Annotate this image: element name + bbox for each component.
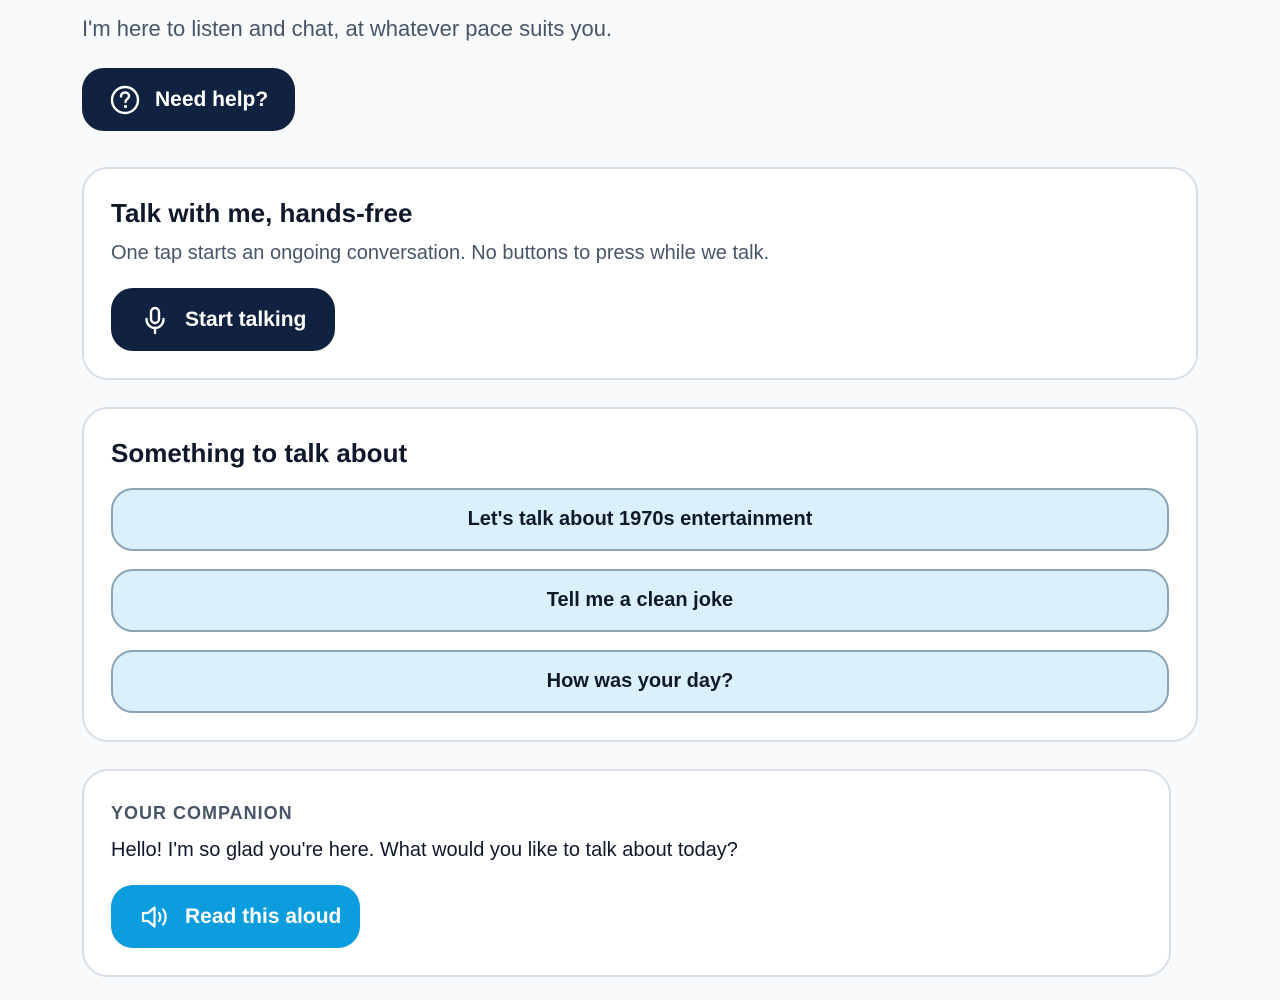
- topics-card: Something to talk about Let's talk about…: [82, 407, 1198, 742]
- start-talking-button[interactable]: Start talking: [111, 288, 335, 351]
- companion-message: Hello! I'm so glad you're here. What wou…: [111, 839, 738, 861]
- start-talking-label: Start talking: [185, 307, 307, 331]
- need-help-button[interactable]: Need help?: [82, 68, 295, 131]
- speaker-icon: [139, 901, 171, 933]
- companion-label: YOUR COMPANION: [111, 803, 293, 823]
- hands-free-description: One tap starts an ongoing conversation. …: [111, 242, 770, 264]
- topic-button-day[interactable]: How was your day?: [111, 650, 1169, 713]
- companion-card: YOUR COMPANION Hello! I'm so glad you're…: [82, 769, 1171, 977]
- hands-free-title: Talk with me, hands-free: [111, 198, 413, 228]
- need-help-label: Need help?: [155, 87, 269, 111]
- topics-title: Something to talk about: [111, 438, 408, 468]
- topic-button-1970s[interactable]: Let's talk about 1970s entertainment: [111, 488, 1169, 551]
- microphone-icon: [139, 304, 171, 336]
- read-aloud-label: Read this aloud: [185, 904, 342, 928]
- hands-free-card: Talk with me, hands-free One tap starts …: [82, 167, 1198, 380]
- intro-text: I'm here to listen and chat, at whatever…: [82, 16, 613, 41]
- question-circle-icon: [109, 84, 141, 116]
- topic-button-joke[interactable]: Tell me a clean joke: [111, 569, 1169, 632]
- companion-page: I'm here to listen and chat, at whatever…: [0, 0, 1280, 1000]
- read-aloud-button[interactable]: Read this aloud: [111, 885, 360, 948]
